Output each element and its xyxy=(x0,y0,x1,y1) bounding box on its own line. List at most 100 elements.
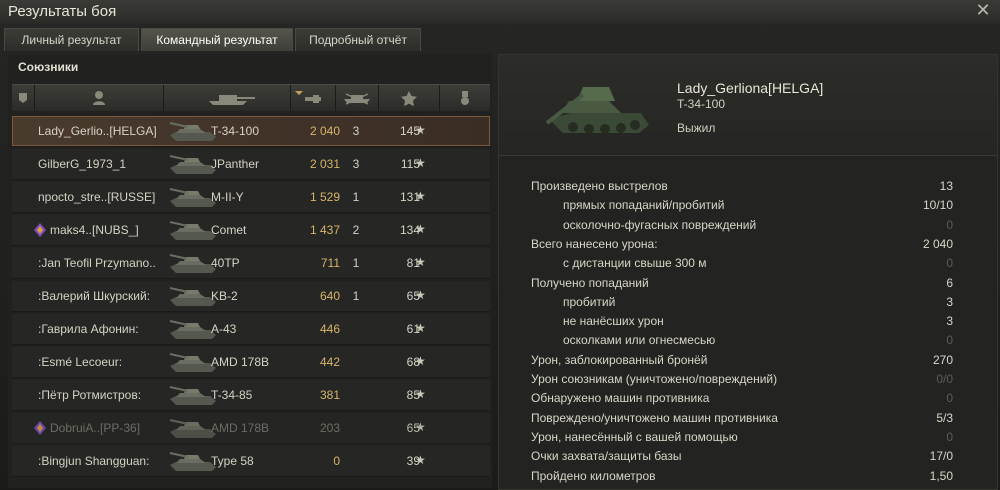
kills-icon[interactable] xyxy=(336,85,379,111)
battle-results-window: Результаты боя ✕ Личный результат Команд… xyxy=(0,0,1000,490)
allies-title: Союзники xyxy=(18,60,79,74)
vehicle-type-icon[interactable] xyxy=(12,85,35,111)
damage-cell: 2 040 xyxy=(309,124,340,138)
player-name-cell: Lady_Gerlio..[HELGA] xyxy=(38,124,157,138)
player-row[interactable]: DobruiA..[PP-36] AMD 178B 203 65 ★ xyxy=(12,413,490,444)
allies-panel: Союзники Lady_Gerlio..[HELGA] T-34-100 2… xyxy=(8,54,492,488)
damage-cell: 1 437 xyxy=(309,223,340,237)
tank-name-cell: Comet xyxy=(211,223,247,237)
player-row[interactable]: GilberG_1973_1 JPanther 2 031 3 115 ★ xyxy=(12,149,490,180)
xp-cell: 68 xyxy=(406,355,420,369)
player-name-cell: :Пётр Ротмистров: xyxy=(38,388,142,402)
stat-label: пробитий xyxy=(563,294,616,309)
kills-cell: 3 xyxy=(352,124,360,138)
allies-table-header xyxy=(12,84,490,111)
damage-cell: 442 xyxy=(319,355,340,369)
stat-row: Очки захвата/защиты базы 17/0 xyxy=(499,449,997,468)
player-row[interactable]: Lady_Gerlio..[HELGA] T-34-100 2 040 3 145 ★ xyxy=(12,116,490,147)
stat-label: Пройдено километров xyxy=(531,468,656,483)
stat-row: Пройдено километров 1,50 xyxy=(499,469,997,488)
stat-row: не нанёсших урон 3 xyxy=(499,314,997,333)
stat-value: 0 xyxy=(946,217,953,232)
player-name-cell: maks4..[NUBS_] xyxy=(50,223,139,237)
kills-cell: 1 xyxy=(352,190,360,204)
player-details-panel: Lady_Gerliona[HELGA] T-34-100 Выжил Прои… xyxy=(498,54,998,490)
tank-name-cell: AMD 178B xyxy=(211,421,270,435)
player-row[interactable]: :Пётр Ротмистров: T-34-85 381 85 ★ xyxy=(12,380,490,411)
stat-label: Урон, заблокированный бронёй xyxy=(531,352,708,367)
star-icon: ★ xyxy=(415,453,426,467)
stat-value: 0 xyxy=(946,429,953,444)
star-icon: ★ xyxy=(415,123,426,137)
xp-cell: 81 xyxy=(406,256,420,270)
clan-emblem-icon xyxy=(32,222,48,238)
player-row[interactable]: :Валерий Шкурский: KB-2 640 1 65 ★ xyxy=(12,281,490,312)
damage-cell: 711 xyxy=(320,256,340,270)
star-icon: ★ xyxy=(415,354,426,368)
stat-row: Урон, заблокированный бронёй 270 xyxy=(499,353,997,372)
player-row[interactable]: :Гаврила Афонин: A-43 446 61 ★ xyxy=(12,314,490,345)
close-icon[interactable]: ✕ xyxy=(974,1,992,19)
tank-name-cell: JPanther xyxy=(211,157,260,171)
player-row[interactable]: :Esmé Lecoeur: AMD 178B 442 68 ★ xyxy=(12,347,490,378)
player-row[interactable]: maks4..[NUBS_] Comet 1 437 2 134 ★ xyxy=(12,215,490,246)
tank-icon[interactable] xyxy=(164,85,291,111)
player-details-header: Lady_Gerliona[HELGA] T-34-100 Выжил xyxy=(499,55,997,156)
title-bar[interactable]: Результаты боя ✕ xyxy=(0,0,1000,24)
stat-label: Всего нанесено урона: xyxy=(531,236,658,251)
star-icon: ★ xyxy=(415,420,426,434)
player-row[interactable]: npocto_stre..[RUSSE] M-II-Y 1 529 1 131 ★ xyxy=(12,182,490,213)
stat-row: с дистанции свыше 300 м 0 xyxy=(499,256,997,275)
player-name-cell: :Bingjun Shangguan: xyxy=(38,454,150,468)
player-icon[interactable] xyxy=(35,85,164,111)
tab-detailed-report[interactable]: Подробный отчёт xyxy=(295,28,421,51)
stat-row: прямых попаданий/пробитий 10/10 xyxy=(499,198,997,217)
player-name-cell: :Гаврила Афонин: xyxy=(38,322,139,336)
tab-team-result[interactable]: Командный результат xyxy=(141,28,293,51)
stat-label: Получено попаданий xyxy=(531,275,649,290)
player-name-cell: :Jan Teofil Przymano.. xyxy=(38,256,156,270)
stat-value: 13 xyxy=(939,179,953,193)
damage-icon[interactable] xyxy=(291,85,336,111)
xp-cell: 65 xyxy=(406,421,420,435)
stat-label: Урон союзникам (уничтожено/повреждений) xyxy=(531,372,778,386)
damage-cell: 640 xyxy=(319,289,340,303)
tank-name-cell: M-II-Y xyxy=(211,190,244,204)
stat-value: 0/0 xyxy=(936,372,953,386)
damage-cell: 2 031 xyxy=(309,157,340,171)
damage-cell: 0 xyxy=(333,454,340,468)
stat-label: Обнаружено машин противника xyxy=(531,391,710,406)
stat-label: с дистанции свыше 300 м xyxy=(563,256,707,271)
damage-cell: 446 xyxy=(319,322,340,336)
tank-name-cell: 40TP xyxy=(211,256,240,270)
player-row[interactable]: :Jan Teofil Przymano.. 40TP 711 1 81 ★ xyxy=(12,248,490,279)
stat-label: осколками или огнесмесью xyxy=(563,333,716,348)
damage-cell: 381 xyxy=(319,388,340,402)
star-icon: ★ xyxy=(415,189,426,203)
tank-name-cell: KB-2 xyxy=(211,289,238,303)
stat-row: осколками или огнесмесью 0 xyxy=(499,333,997,352)
medal-icon[interactable] xyxy=(440,85,490,111)
stat-value: 270 xyxy=(932,352,953,367)
damage-cell: 203 xyxy=(319,421,340,435)
stat-row: Всего нанесено урона: 2 040 xyxy=(499,237,997,256)
xp-cell: 39 xyxy=(406,454,420,468)
stat-label: Очки захвата/защиты базы xyxy=(531,449,682,464)
star-icon: ★ xyxy=(415,222,426,236)
xp-star-icon[interactable] xyxy=(379,85,440,111)
tab-personal-result[interactable]: Личный результат xyxy=(4,28,139,51)
xp-cell: 115 xyxy=(400,157,420,171)
clan-emblem-icon xyxy=(32,420,48,436)
stat-value: 0 xyxy=(946,256,953,271)
tank-name-cell: T-34-85 xyxy=(211,388,253,402)
stat-value: 3 xyxy=(946,294,953,309)
player-row[interactable]: :Bingjun Shangguan: Type 58 0 39 ★ xyxy=(12,446,490,477)
stat-row: Урон, нанесённый с вашей помощью 0 xyxy=(499,430,997,449)
kills-cell: 3 xyxy=(352,157,360,171)
kills-cell: 2 xyxy=(352,223,360,237)
xp-cell: 131 xyxy=(399,190,420,204)
stat-label: Произведено выстрелов xyxy=(531,179,668,193)
xp-cell: 61 xyxy=(406,322,420,336)
star-icon: ★ xyxy=(415,156,426,170)
star-icon: ★ xyxy=(415,288,426,302)
